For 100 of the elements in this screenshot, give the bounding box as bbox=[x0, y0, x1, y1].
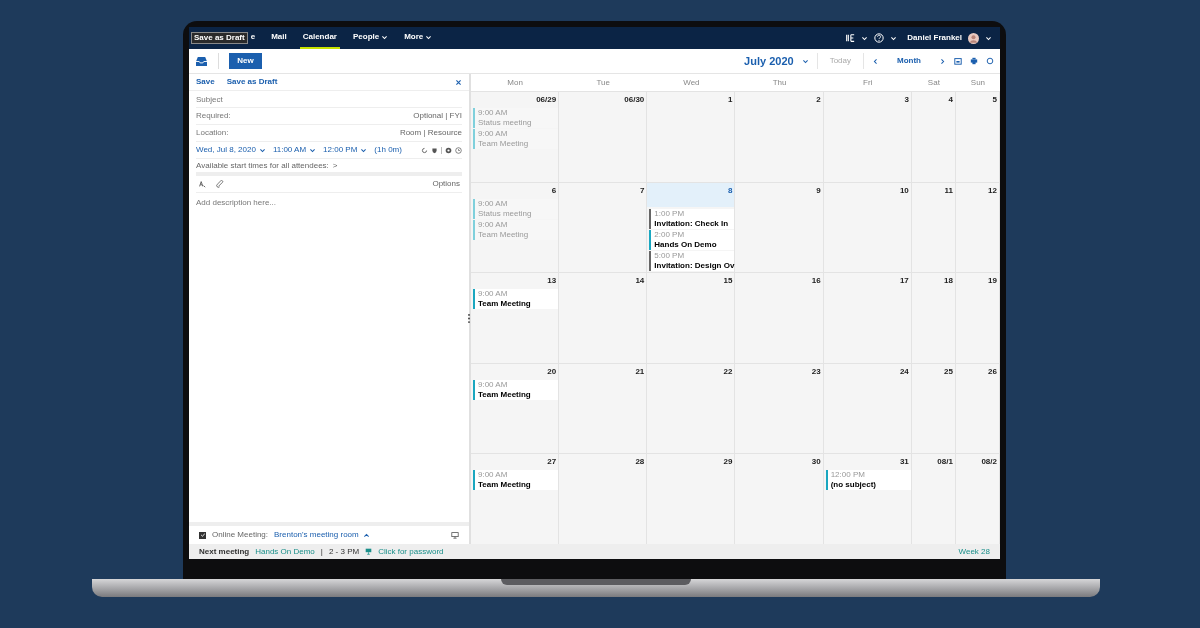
event-title: Invitation: Check In bbox=[654, 218, 729, 229]
location-field[interactable]: Location: bbox=[196, 127, 400, 139]
day-number: 2 bbox=[815, 94, 822, 106]
view-dropdown[interactable]: Month bbox=[887, 55, 931, 67]
event-title: Team Meeting bbox=[478, 229, 529, 240]
day-number: 06/29 bbox=[535, 94, 558, 106]
checkbox[interactable] bbox=[199, 531, 206, 539]
day-cell[interactable]: 27 9:00 AM Team Meeting bbox=[471, 454, 560, 544]
day-number: 18 bbox=[943, 275, 954, 288]
user-name[interactable]: Daniel Frankel bbox=[907, 32, 962, 44]
day-cell[interactable]: 31 12:00 PM (no subject) bbox=[823, 454, 912, 544]
help-icon[interactable] bbox=[874, 33, 885, 43]
day-number: 26 bbox=[987, 365, 998, 378]
start-time-dropdown[interactable]: 11:00 AM bbox=[272, 144, 317, 156]
nav-tab[interactable]: Calendar bbox=[299, 27, 340, 49]
paperclip-icon[interactable] bbox=[216, 180, 224, 188]
nav-tab[interactable]: Mail bbox=[268, 27, 290, 49]
day-cell[interactable]: 12 bbox=[955, 182, 1000, 273]
available-times-text[interactable]: Available start times for all attendees: bbox=[196, 159, 329, 172]
next-icon[interactable] bbox=[939, 57, 946, 65]
next-meeting-link[interactable]: Hands On Demo bbox=[255, 545, 315, 558]
compose-action[interactable]: Save as Draft bbox=[226, 76, 278, 88]
day-cell[interactable]: 25 bbox=[911, 363, 956, 454]
day-number: 1 bbox=[727, 94, 734, 106]
shield-icon[interactable] bbox=[431, 146, 438, 154]
day-number: 08/2 bbox=[980, 456, 998, 469]
day-cell[interactable]: 8 1:00 PM Invitation: Check In 2:00 PM Hands On Demo 5:00 PM Invitation: Design Ov bbox=[647, 182, 736, 273]
day-cell[interactable]: 08/2 bbox=[955, 454, 1000, 544]
meeting-room-dropdown[interactable]: Brenton's meeting room bbox=[274, 529, 370, 541]
day-number: 29 bbox=[722, 456, 734, 469]
day-number: 21 bbox=[634, 365, 646, 378]
monitor-icon[interactable] bbox=[451, 531, 459, 539]
arrow-text[interactable]: > bbox=[332, 159, 338, 172]
day-cell[interactable]: 26 bbox=[955, 363, 1000, 454]
day-number: 6 bbox=[550, 184, 558, 197]
chevron-down-icon bbox=[381, 33, 389, 41]
calendar-event[interactable]: 2:00 PM Hands On Demo bbox=[649, 229, 735, 250]
day-cell[interactable]: 16 bbox=[735, 273, 824, 363]
password-link[interactable]: Click for password bbox=[378, 545, 444, 558]
day-number: 5 bbox=[991, 94, 998, 106]
calendar-event[interactable]: 9:00 AM Team Meeting bbox=[473, 470, 559, 491]
format-icon[interactable] bbox=[198, 180, 206, 188]
calendar-event[interactable]: 5:00 PM Invitation: Design Ov bbox=[649, 250, 735, 271]
calendar-event[interactable]: 1:00 PM Invitation: Check In bbox=[649, 208, 735, 229]
day-cell[interactable]: 20 9:00 AM Team Meeting bbox=[471, 363, 560, 454]
previous-icon[interactable] bbox=[872, 57, 879, 65]
calendar-icon[interactable] bbox=[954, 57, 962, 65]
calendar-event[interactable]: 12:00 PM (no subject) bbox=[825, 470, 911, 491]
resize-handle-icon[interactable] bbox=[468, 314, 470, 323]
inbox-icon[interactable] bbox=[195, 55, 208, 67]
day-cell[interactable]: 21 bbox=[559, 363, 648, 454]
nav-tab[interactable]: e bbox=[247, 27, 259, 49]
day-cell[interactable]: 7 bbox=[559, 182, 648, 273]
day-cell[interactable]: 06/30 bbox=[559, 92, 648, 182]
day-cell[interactable]: 10 bbox=[823, 182, 912, 273]
new-button[interactable]: New bbox=[229, 53, 262, 69]
day-number: 7 bbox=[638, 184, 646, 197]
event-time: 1:00 PM bbox=[654, 208, 685, 219]
day-cell[interactable]: 22 bbox=[647, 363, 736, 454]
day-cell[interactable]: 28 bbox=[559, 454, 648, 544]
day-cell[interactable]: 30 bbox=[735, 454, 824, 544]
day-cell[interactable]: 5 bbox=[955, 92, 1000, 182]
avatar-icon[interactable] bbox=[968, 32, 979, 44]
end-time-dropdown[interactable]: 12:00 PM bbox=[323, 144, 368, 156]
event-title: Team Meeting bbox=[478, 299, 531, 310]
day-cell[interactable]: 17 bbox=[823, 273, 912, 363]
compose-action[interactable]: Save bbox=[196, 76, 215, 88]
day-cell[interactable]: 2 bbox=[735, 92, 824, 182]
day-cell[interactable]: 19 bbox=[955, 273, 1000, 363]
day-cell[interactable]: 08/1 bbox=[911, 454, 956, 544]
day-cell[interactable]: 15 bbox=[647, 273, 736, 363]
day-cell[interactable]: 14 bbox=[559, 273, 648, 363]
day-cell[interactable]: 3 bbox=[823, 92, 912, 182]
day-cell[interactable]: 1 bbox=[647, 92, 736, 182]
attendees-field[interactable]: Required: bbox=[196, 110, 414, 122]
calendar-event[interactable]: 9:00 AM Team Meeting bbox=[473, 379, 559, 400]
day-cell[interactable]: 11 bbox=[911, 182, 956, 273]
nav-tab[interactable]: People bbox=[349, 27, 392, 49]
day-cell[interactable]: 13 9:00 AM Team Meeting bbox=[471, 273, 560, 363]
attendee-options-link[interactable]: Optional | FYI bbox=[413, 110, 462, 122]
day-cell[interactable]: 9 bbox=[735, 182, 824, 273]
day-number: 8 bbox=[727, 184, 734, 197]
day-cell[interactable]: 4 bbox=[911, 92, 956, 182]
room-resource-link[interactable]: Room | Resource bbox=[399, 127, 462, 139]
circle-icon[interactable] bbox=[445, 146, 452, 154]
day-cell[interactable]: 18 bbox=[911, 273, 956, 363]
nav-tab[interactable]: More bbox=[401, 27, 436, 49]
date-dropdown[interactable]: Wed, Jul 8, 2020 bbox=[196, 144, 266, 156]
day-number: 27 bbox=[546, 456, 558, 469]
day-number: 28 bbox=[634, 456, 646, 469]
repeat-icon[interactable] bbox=[421, 146, 428, 154]
calendar-event[interactable]: 9:00 AM Team Meeting bbox=[473, 289, 559, 310]
options-button[interactable]: Options bbox=[432, 178, 460, 190]
close-icon[interactable] bbox=[455, 78, 462, 86]
subject-field[interactable]: Subject bbox=[196, 91, 462, 108]
month-title[interactable]: July 2020 bbox=[744, 52, 794, 70]
day-cell[interactable]: 24 bbox=[823, 363, 912, 454]
description-field[interactable]: Add description here... bbox=[196, 193, 462, 213]
day-cell[interactable]: 23 bbox=[735, 363, 824, 454]
day-cell[interactable]: 29 bbox=[647, 454, 736, 544]
